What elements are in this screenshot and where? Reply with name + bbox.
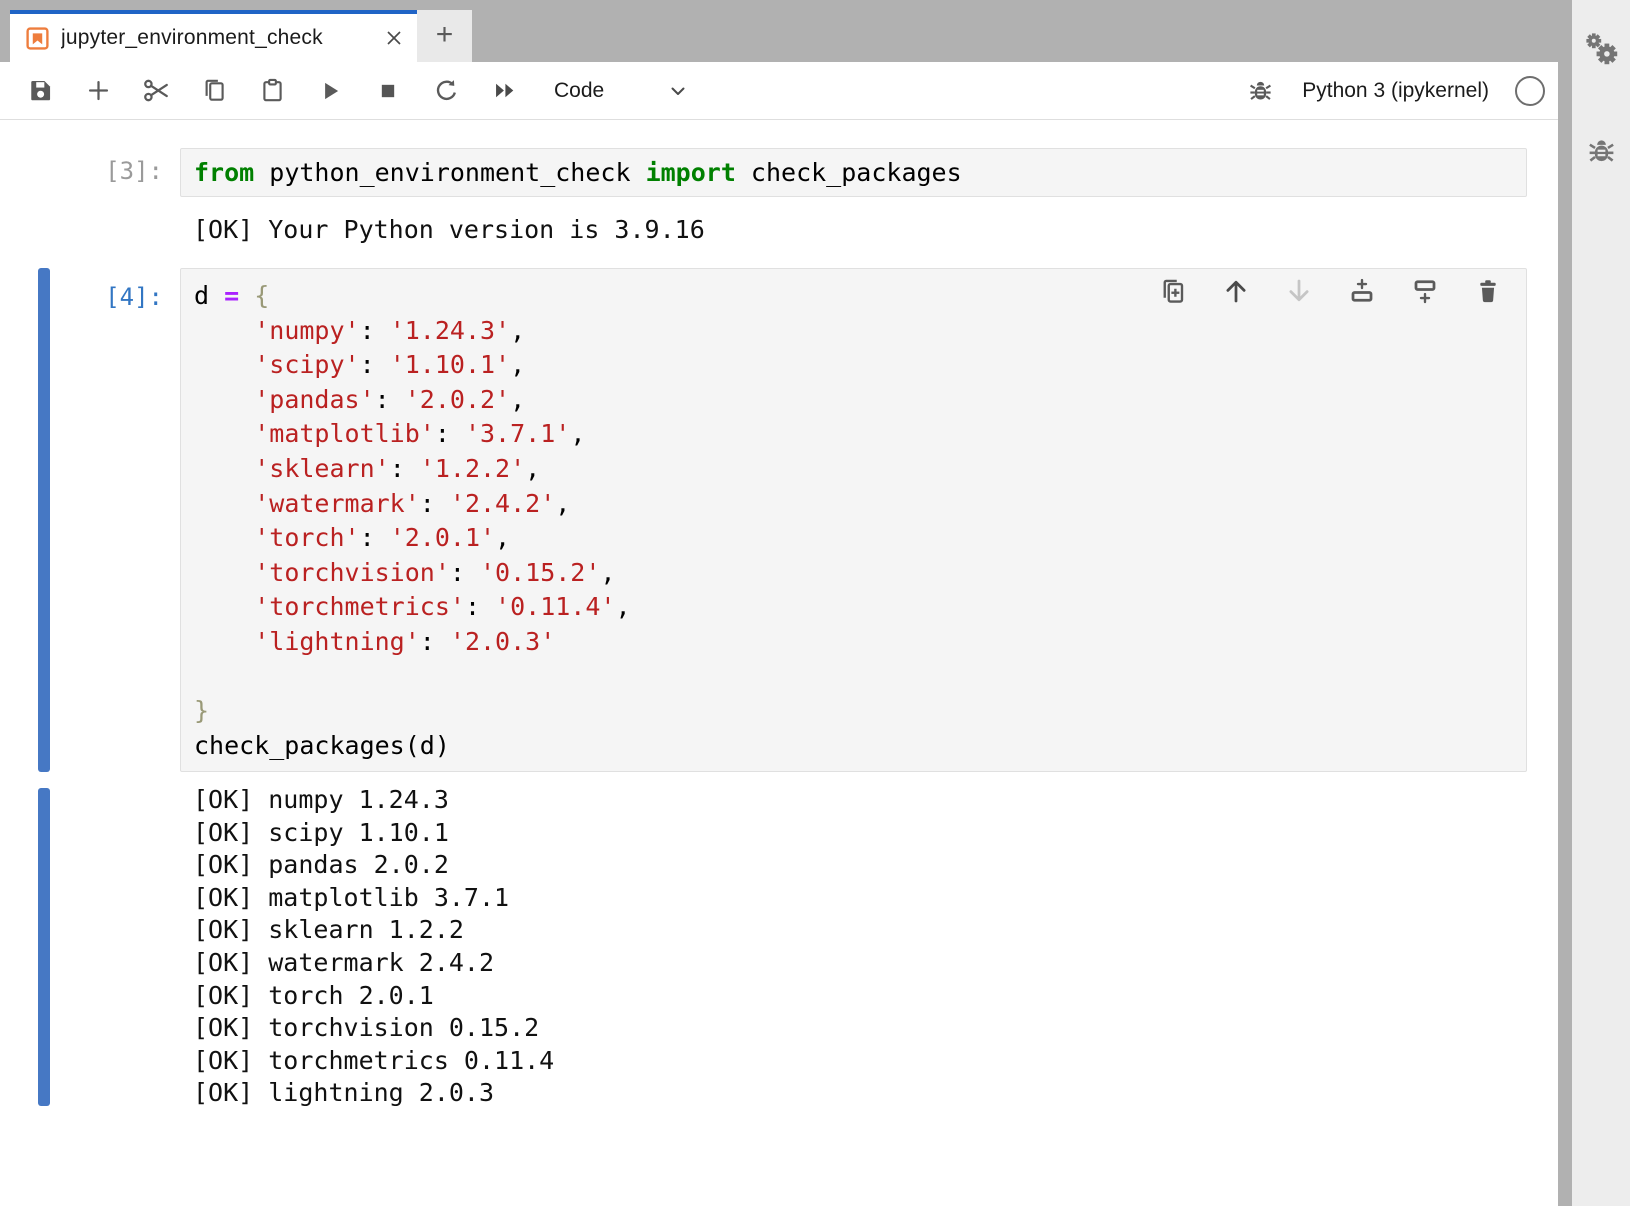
notebook-file-icon: [24, 25, 51, 52]
cut-cells-button[interactable]: [136, 71, 176, 111]
scissors-icon: [142, 76, 171, 105]
bug-icon: [1586, 135, 1617, 166]
stop-icon: [375, 78, 401, 104]
cell-type-value: Code: [554, 79, 604, 103]
notebook-tab[interactable]: jupyter_environment_check: [10, 10, 417, 62]
cell4-input-collapser[interactable]: [38, 268, 50, 772]
copy-cells-button[interactable]: [194, 71, 234, 111]
gears-icon: [1583, 30, 1620, 67]
fast-forward-icon: [491, 77, 518, 104]
plus-icon: [85, 77, 112, 104]
run-icon: [317, 78, 343, 104]
new-tab-button[interactable]: +: [417, 10, 472, 62]
tab-title: jupyter_environment_check: [61, 26, 379, 50]
property-inspector-button[interactable]: [1581, 28, 1621, 68]
plus-tab-icon: +: [436, 20, 454, 50]
kernel-area: Python 3 (ipykernel): [1240, 71, 1545, 111]
move-cell-up-button[interactable]: [1221, 276, 1251, 306]
insert-below-icon: [1410, 276, 1440, 306]
move-cell-down-button[interactable]: [1284, 276, 1314, 306]
paste-cells-button[interactable]: [252, 71, 292, 111]
cell4-output-collapser[interactable]: [38, 788, 50, 1106]
right-sidebar: [1572, 0, 1630, 1206]
insert-cell-above-button[interactable]: [1347, 276, 1377, 306]
window-chrome-top: [0, 0, 1572, 10]
notebook-panel: [3]: from python_environment_check impor…: [0, 120, 1558, 1206]
chevron-down-icon: [666, 79, 690, 103]
insert-above-icon: [1347, 276, 1377, 306]
arrow-down-icon: [1284, 276, 1314, 306]
duplicate-cell-icon: [1158, 276, 1188, 306]
trash-icon: [1474, 277, 1502, 305]
interrupt-kernel-button[interactable]: [368, 71, 408, 111]
duplicate-cell-button[interactable]: [1158, 276, 1188, 306]
run-cell-button[interactable]: [310, 71, 350, 111]
restart-icon: [433, 77, 460, 104]
enable-debugger-button[interactable]: [1240, 71, 1280, 111]
cell4-code-editor[interactable]: d = { 'numpy': '1.24.3', 'scipy': '1.10.…: [180, 268, 1527, 772]
arrow-up-icon: [1221, 276, 1251, 306]
paste-icon: [259, 77, 286, 104]
cell3-code: from python_environment_check import che…: [194, 159, 1513, 186]
bug-icon: [1247, 77, 1274, 104]
insert-cell-below-button[interactable]: [1410, 276, 1440, 306]
copy-icon: [201, 77, 228, 104]
kernel-name[interactable]: Python 3 (ipykernel): [1302, 79, 1489, 103]
restart-kernel-button[interactable]: [426, 71, 466, 111]
notebook-toolbar: Code Python 3 (ipyke: [0, 62, 1558, 120]
cell4-code: d = { 'numpy': '1.24.3', 'scipy': '1.10.…: [194, 279, 1513, 763]
cell3-code-editor[interactable]: from python_environment_check import che…: [180, 148, 1527, 197]
tab-bar: jupyter_environment_check +: [0, 10, 1558, 62]
delete-cell-button[interactable]: [1473, 276, 1503, 306]
cell3-output: [OK] Your Python version is 3.9.16: [193, 213, 705, 246]
tab-close-icon[interactable]: [379, 23, 409, 53]
add-cell-button[interactable]: [78, 71, 118, 111]
save-icon: [27, 77, 54, 104]
cell4-output: [OK] numpy 1.24.3[OK] scipy 1.10.1[OK] p…: [193, 784, 554, 1110]
cell-type-dropdown[interactable]: Code: [554, 79, 690, 103]
debugger-panel-button[interactable]: [1581, 130, 1621, 170]
panel-divider: [1558, 0, 1572, 1206]
restart-run-all-button[interactable]: [484, 71, 524, 111]
cell4-hover-toolbar: [1158, 276, 1503, 306]
kernel-status-circle-icon[interactable]: [1515, 76, 1545, 106]
save-button[interactable]: [20, 71, 60, 111]
cell3-input-prompt: [3]:: [0, 157, 163, 185]
cell4-input-prompt: [4]:: [0, 283, 163, 311]
